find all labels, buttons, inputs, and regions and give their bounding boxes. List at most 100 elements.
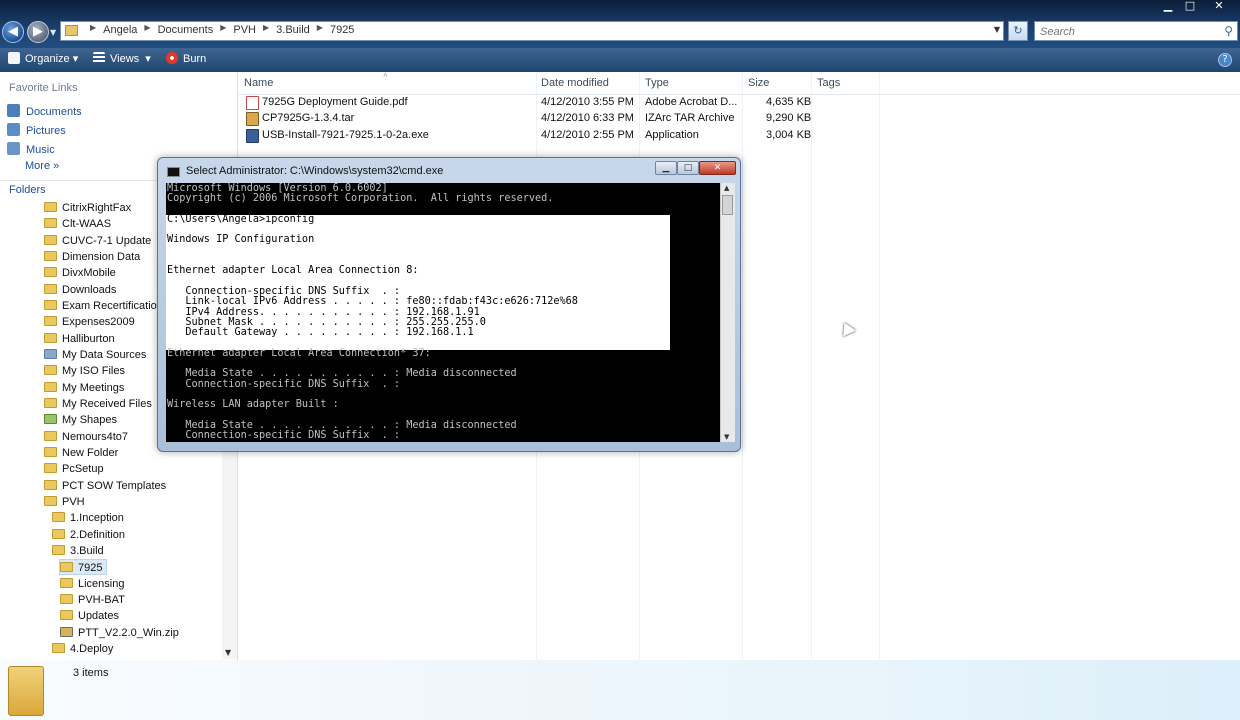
folder-icon — [60, 578, 73, 588]
console-line: Connection-specific DNS Suffix . : — [167, 430, 401, 442]
tree-folder[interactable]: PVH-BAT — [60, 592, 125, 608]
tree-zip-file[interactable]: PTT_V2.2.0_Win.zip — [60, 625, 179, 641]
refresh-button[interactable]: ↻ — [1008, 21, 1028, 41]
tree-folder[interactable]: PCT SOW Templates — [44, 478, 166, 494]
column-header-size[interactable]: Size — [748, 77, 769, 89]
tree-folder[interactable]: Updates — [60, 608, 119, 624]
tree-folder[interactable]: CitrixRightFax — [44, 200, 131, 216]
arrow-right-icon: ▶ — [33, 24, 43, 39]
back-button[interactable]: ◀ — [2, 21, 24, 43]
folder-icon — [44, 202, 57, 212]
console-output-area[interactable]: Microsoft Windows [Version 6.0.6002] Cop… — [166, 183, 720, 442]
tree-folder-selected[interactable]: 7925 — [59, 559, 108, 575]
cmd-scrollbar[interactable]: ▲ ▼ — [720, 183, 735, 442]
breadcrumb-item-angela[interactable]: Angela — [103, 24, 137, 36]
breadcrumb-item-pvh[interactable]: PVH — [233, 24, 256, 36]
tree-folder[interactable]: My Meetings — [44, 380, 124, 396]
tree-folder[interactable]: Clt-WAAS — [44, 216, 111, 232]
file-row[interactable]: USB-Install-7921-7925.1-0-2a.exe 4/12/20… — [238, 128, 878, 144]
folder-icon — [60, 594, 73, 604]
organize-button[interactable]: Organize ▾ — [8, 52, 78, 65]
refresh-icon: ↻ — [1013, 24, 1023, 37]
cmd-maximize-button[interactable]: □ — [677, 161, 699, 175]
double-chevron-icon: » — [53, 160, 60, 172]
burn-button[interactable]: Burn — [166, 52, 206, 65]
tree-folder[interactable]: 1.Inception — [52, 510, 124, 526]
folder-icon — [52, 512, 65, 522]
column-header-tags[interactable]: Tags — [817, 77, 840, 89]
favorite-pictures[interactable]: Pictures — [7, 123, 66, 137]
breadcrumb-item-documents[interactable]: Documents — [158, 24, 214, 36]
address-dropdown-icon[interactable]: ▼ — [994, 25, 1000, 34]
tree-folder[interactable]: New Folder — [44, 445, 118, 461]
tree-folder[interactable]: CUVC-7-1 Update — [44, 233, 151, 249]
tree-folder[interactable]: My Received Files — [44, 396, 152, 412]
tree-folder-label: CitrixRightFax — [62, 202, 132, 214]
forward-button[interactable]: ▶ — [27, 21, 49, 43]
favorite-music[interactable]: Music — [7, 142, 55, 156]
chevron-right-icon[interactable]: ▶ — [144, 23, 150, 35]
recent-pages-dropdown[interactable]: ▼ — [50, 28, 56, 37]
tree-folder[interactable]: My Data Sources — [44, 347, 146, 363]
scrollbar-thumb[interactable] — [722, 195, 733, 215]
scroll-down-arrow-icon[interactable]: ▼ — [225, 648, 231, 657]
console-line: Connection-specific DNS Suffix . : — [185, 378, 401, 390]
window-minimize-button[interactable]: ▁ — [1158, 0, 1178, 14]
tree-folder[interactable]: My Shapes — [44, 412, 117, 428]
tree-folder[interactable]: DivxMobile — [44, 265, 116, 281]
tree-folder[interactable]: PcSetup — [44, 461, 104, 477]
tree-folder[interactable]: Halliburton — [44, 331, 115, 347]
help-button[interactable]: ? — [1218, 53, 1232, 67]
tree-folder[interactable]: 2.Definition — [52, 527, 125, 543]
tree-folder[interactable]: Expenses2009 — [44, 314, 135, 330]
cmd-minimize-button[interactable]: ▁ — [655, 161, 677, 175]
tree-folder-label: My Shapes — [62, 414, 118, 426]
chevron-right-icon[interactable]: ▶ — [317, 23, 323, 35]
tree-folder[interactable]: Dimension Data — [44, 249, 140, 265]
tree-folder[interactable]: 4.Deploy — [52, 641, 113, 657]
cmd-close-button[interactable]: ✕ — [699, 161, 736, 175]
column-header-date[interactable]: Date modified — [541, 77, 609, 89]
file-row[interactable]: 7925G Deployment Guide.pdf 4/12/2010 3:5… — [238, 95, 878, 111]
file-type: Adobe Acrobat D... — [645, 96, 738, 108]
search-input[interactable] — [1038, 23, 1222, 41]
tree-folder-label: Halliburton — [62, 333, 115, 345]
tree-folder-label: Downloads — [62, 284, 117, 296]
views-button[interactable]: Views ▾ — [93, 52, 151, 65]
favorite-documents[interactable]: Documents — [7, 104, 82, 118]
more-favorites-link[interactable]: More » — [25, 160, 59, 172]
tree-folder[interactable]: My ISO Files — [44, 363, 125, 379]
breadcrumb-item-7925[interactable]: 7925 — [330, 24, 354, 36]
tree-folder[interactable]: PVH — [44, 494, 85, 510]
chevron-right-icon[interactable]: ▶ — [90, 23, 96, 35]
file-row[interactable]: CP7925G-1.3.4.tar 4/12/2010 6:33 PM IZAr… — [238, 111, 878, 127]
search-box[interactable]: ⚲ — [1034, 21, 1238, 41]
window-maximize-button[interactable]: □ — [1180, 0, 1200, 14]
archive-file-icon — [246, 112, 259, 126]
breadcrumb-item-3build[interactable]: 3.Build — [276, 24, 310, 36]
organize-label: Organize — [25, 53, 70, 65]
cmd-window[interactable]: Select Administrator: C:\Windows\system3… — [157, 157, 741, 452]
tree-folder[interactable]: Exam Recertification — [44, 298, 163, 314]
address-field[interactable]: ▶ Angela ▶ Documents ▶ PVH ▶ 3.Build ▶ 7… — [60, 21, 1004, 41]
tree-folder[interactable]: Nemours4to7 — [44, 429, 128, 445]
scroll-up-arrow-icon[interactable]: ▲ — [724, 184, 729, 192]
scroll-down-arrow-icon[interactable]: ▼ — [724, 433, 729, 441]
tree-folder[interactable]: Downloads — [44, 282, 116, 298]
column-header-type[interactable]: Type — [645, 77, 669, 89]
item-count: 3 items — [73, 667, 109, 679]
chevron-right-icon[interactable]: ▶ — [220, 23, 226, 35]
tree-folder[interactable]: 3.Build — [52, 543, 104, 559]
search-icon[interactable]: ⚲ — [1224, 24, 1233, 38]
folder-icon — [44, 480, 57, 490]
folder-icon — [65, 25, 78, 36]
tree-folder-label: Clt-WAAS — [62, 218, 112, 230]
window-close-button[interactable]: ✕ — [1206, 0, 1232, 14]
tree-folder-label: Exam Recertification — [62, 300, 163, 312]
file-size: 4,635 KB — [766, 96, 812, 108]
burn-label: Burn — [183, 53, 207, 65]
column-header-name[interactable]: Name — [244, 77, 273, 89]
chevron-right-icon[interactable]: ▶ — [263, 23, 269, 35]
tree-folder[interactable]: Licensing — [60, 576, 124, 592]
pdf-file-icon — [246, 96, 259, 110]
